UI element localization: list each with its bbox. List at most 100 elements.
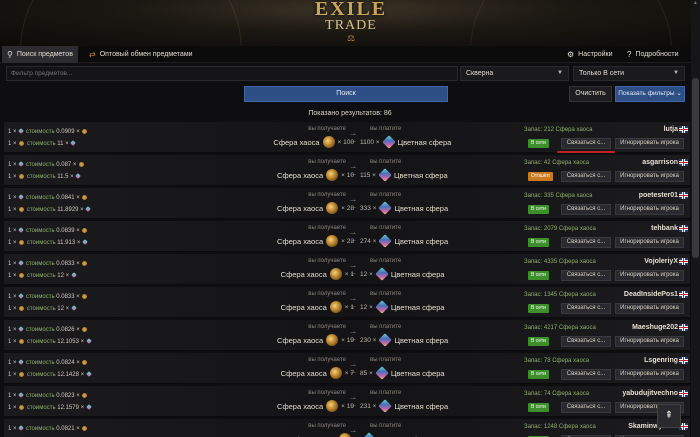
seller-info: Запас: 78 Сфера хаоса Lsgenring В сети С… (524, 356, 688, 380)
get-item: Сфера хаоса × 100 (254, 134, 354, 150)
chaos-orb-icon (326, 202, 339, 214)
seller-name[interactable]: Maeshuge202 (632, 323, 678, 333)
clear-button[interactable]: Очистить (569, 86, 612, 102)
chaos-orb-icon (82, 326, 88, 332)
seller-name[interactable]: asgarrison (642, 158, 678, 168)
cost-value: 0.0841 × (56, 195, 80, 201)
scrollbar-thumb[interactable] (692, 78, 699, 258)
you-get-column: вы получаете Сфера хаоса × 1 (254, 290, 354, 315)
listing-row: 1 × стоимость 0.087 × 1 × стоимость 11.5… (4, 155, 690, 186)
cost-value: 0.087 × (56, 162, 77, 168)
chaos-orb-icon (322, 136, 335, 148)
site-header: EXILE TRADE ⚖ (0, 0, 700, 46)
status-badge: В сети (528, 271, 549, 280)
price-qty: 1 × (8, 273, 17, 279)
chromatic-orb-icon (381, 135, 396, 149)
cost-value: 11.5 × (57, 174, 74, 180)
contact-seller-button[interactable]: Связаться с... (561, 171, 611, 182)
seller-name[interactable]: Lsgenring (644, 356, 678, 366)
item-filter-input[interactable] (6, 66, 458, 81)
online-status-select[interactable]: Только В сети ▼ (573, 66, 685, 81)
seller-info: Запас: 42 Сфера хаоса asgarrison Отошёл … (524, 158, 688, 182)
pay-item: 12 × Цветная сфера (360, 299, 470, 315)
search-button[interactable]: Поиск (244, 86, 448, 102)
seller-name[interactable]: poetester01 (639, 191, 678, 201)
exchange-arrows-icon: ⇀↽ (350, 132, 356, 146)
pay-item: 333 × Цветная сфера (360, 200, 470, 216)
chaos-orb-icon (326, 334, 339, 346)
ignore-player-button[interactable]: Игнорировать игрока (615, 138, 684, 149)
contact-seller-button[interactable]: Связаться с... (561, 402, 611, 413)
price-line-chrom: 1 × стоимость 12.1053 × (8, 336, 118, 348)
listing-row: 1 × стоимость 0.0833 × 1 × стоимость 12 … (4, 254, 690, 285)
chaos-orb-icon (326, 235, 339, 247)
price-line-chrom: 1 × стоимость 12.1579 × (8, 402, 118, 414)
ignore-player-button[interactable]: Игнорировать игрока (615, 237, 684, 248)
chromatic-orb-icon (18, 425, 25, 432)
cost-label: стоимость (25, 162, 55, 168)
cost-value: 12.1579 × (57, 405, 85, 411)
cost-value: 0.0821 × (56, 426, 80, 432)
seller-name[interactable]: lutja (664, 125, 678, 135)
scroll-up-icon[interactable]: ▲ (692, 0, 699, 8)
league-value: Скверна (466, 70, 494, 77)
seller-name[interactable]: VojoleriyX (644, 257, 678, 267)
contact-seller-button[interactable]: Связаться с... (561, 369, 611, 380)
show-filters-button[interactable]: Показать фильтры ⌄ (615, 86, 685, 102)
chromatic-orb-icon (85, 404, 92, 411)
chromatic-orb-icon (18, 326, 25, 333)
you-get-column: вы получаете Сфера хаоса (254, 422, 354, 437)
you-pay-label: вы платите (370, 291, 402, 297)
seller-name[interactable]: tehbank (651, 224, 678, 234)
about-link[interactable]: ? Подробности (622, 46, 683, 63)
get-item: Сфера хаоса × 7 (254, 365, 354, 381)
ignore-player-button[interactable]: Игнорировать игрока (615, 336, 684, 347)
contact-seller-button[interactable]: Связаться с... (561, 303, 611, 314)
you-pay-column: вы платите 115 × Цветная сфера (360, 158, 470, 183)
pay-item: 85 × Цветная сфера (360, 365, 470, 381)
tab-item-search[interactable]: ⚲ Поиск предметов (2, 46, 78, 63)
tab-bulk-exchange[interactable]: ⇄ Оптовый обмен предметами (84, 46, 198, 63)
chromatic-orb-icon (18, 392, 25, 399)
ignore-player-button[interactable]: Игнорировать игрока (615, 204, 684, 215)
contact-seller-button[interactable]: Связаться с... (561, 237, 611, 248)
ignore-player-button[interactable]: Игнорировать игрока (615, 303, 684, 314)
chaos-orb-icon (329, 367, 342, 379)
scale-icon: ⚖ (346, 33, 356, 43)
status-badge: В сети (528, 139, 549, 148)
chromatic-orb-icon (18, 161, 25, 168)
price-line-chaos: 1 × стоимость 0.0833 × (8, 291, 118, 303)
get-item-name: Сфера хаоса (280, 269, 327, 279)
chaos-orb-icon (82, 194, 88, 200)
show-filters-label: Показать фильтры (618, 90, 675, 97)
logo[interactable]: EXILE TRADE ⚖ (296, 0, 406, 44)
ignore-player-button[interactable]: Игнорировать игрока (615, 270, 684, 281)
contact-seller-button[interactable]: Связаться с... (561, 270, 611, 281)
listing-row: 1 × стоимость 0.0833 × 1 × стоимость 12 … (4, 287, 690, 318)
price-qty: 1 × (8, 360, 17, 366)
contact-seller-button[interactable]: Связаться с... (561, 204, 611, 215)
scroll-to-top-button[interactable]: ⇞ (657, 404, 681, 428)
contact-seller-button[interactable]: Связаться с... (561, 336, 611, 347)
uk-flag-icon (679, 324, 688, 331)
chromatic-orb-icon (18, 128, 25, 135)
settings-link[interactable]: ⚙ Настройки (562, 46, 618, 63)
ignore-player-button[interactable]: Игнорировать игрока (615, 171, 684, 182)
contact-seller-button[interactable]: Связаться с... (561, 138, 611, 149)
you-get-column: вы получаете Сфера хаоса × 1 (254, 257, 354, 282)
price-qty: 1 × (8, 426, 17, 432)
listing-row: 1 × стоимость 0.0909 × 1 × стоимость 11 … (4, 122, 690, 153)
seller-name[interactable]: yabudujitvechno (622, 389, 678, 399)
cost-label: стоимость (26, 306, 56, 312)
uk-flag-icon (679, 126, 688, 133)
exchange-arrows-icon: ⇀↽ (350, 264, 356, 278)
you-get-label: вы получаете (308, 291, 346, 297)
seller-name[interactable]: DeadInsidePos1 (624, 290, 678, 300)
chromatic-orb-icon (85, 371, 92, 378)
exchange-arrows-icon: ⇀↽ (350, 231, 356, 245)
chromatic-orb-icon (378, 168, 392, 182)
ignore-player-button[interactable]: Игнорировать игрока (615, 369, 684, 380)
you-get-label: вы получаете (308, 357, 346, 363)
league-select[interactable]: Скверна ▼ (460, 66, 569, 81)
price-line-chaos: 1 × стоимость 0.0824 × (8, 357, 118, 369)
